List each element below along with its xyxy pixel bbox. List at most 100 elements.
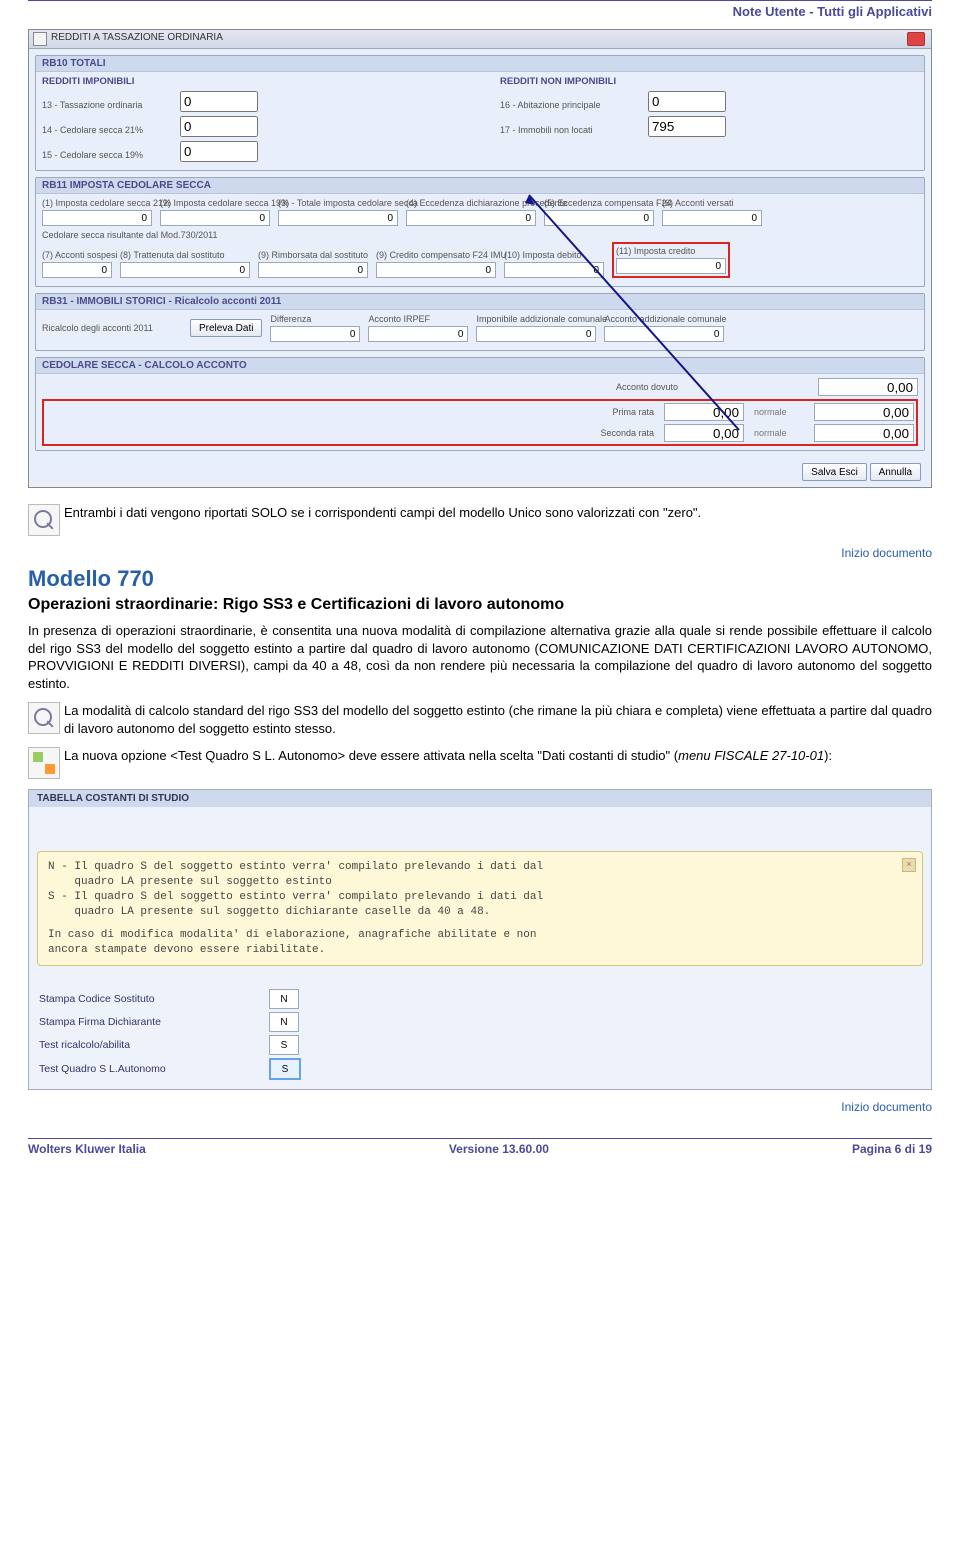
tip-line: quadro LA presente sul soggetto estinto: [48, 875, 912, 890]
rb31-ric-label: Ricalcolo degli acconti 2011: [42, 323, 182, 333]
c7-field[interactable]: [42, 262, 112, 278]
opt3-field[interactable]: [269, 1035, 299, 1055]
tip-line: ancora stampate devono essere riabilitat…: [48, 943, 912, 958]
accadd-field[interactable]: [604, 326, 724, 342]
c5-field[interactable]: [544, 210, 654, 226]
c11-field[interactable]: [616, 258, 726, 274]
section-770-para: In presenza di operazioni straordinarie,…: [28, 622, 932, 692]
irpef-field[interactable]: [368, 326, 468, 342]
magnifier-icon: [28, 504, 60, 536]
c8-field[interactable]: [120, 262, 250, 278]
c6-field[interactable]: [662, 210, 762, 226]
acc-r1-label: Acconto dovuto: [568, 382, 678, 392]
r14-field[interactable]: [180, 116, 258, 137]
acc-r1-field[interactable]: [818, 378, 918, 396]
opt2-field[interactable]: [269, 1012, 299, 1032]
puzzle-icon: [28, 747, 60, 779]
screenshot-costanti: TABELLA COSTANTI DI STUDIO × N - Il quad…: [28, 789, 932, 1090]
footer-mid: Versione 13.60.00: [449, 1142, 549, 1156]
cancel-button[interactable]: Annulla: [870, 463, 921, 481]
acc-r3-note: normale: [754, 428, 804, 438]
magnifier-icon: [28, 702, 60, 734]
section-770-subtitle: Operazioni straordinarie: Rigo SS3 e Cer…: [28, 596, 932, 614]
close-icon[interactable]: [907, 32, 925, 46]
opt2-label: Stampa Firma Dichiarante: [39, 1016, 269, 1028]
c1-field[interactable]: [42, 210, 152, 226]
c11-label: (11) Imposta credito: [616, 246, 726, 256]
section-770-title: Modello 770: [28, 566, 932, 592]
c3-label: (3) - Totale imposta cedolare secca: [278, 198, 398, 208]
r15-label: 15 - Cedolare secca 19%: [42, 150, 172, 160]
acc-r3-side[interactable]: [814, 424, 914, 442]
opt1-field[interactable]: [269, 989, 299, 1009]
c2-label: (2) Imposta cedolare secca 19%: [160, 198, 270, 208]
opt4-field[interactable]: [269, 1058, 301, 1080]
c10-field[interactable]: [504, 262, 604, 278]
diff-label: Differenza: [270, 314, 360, 324]
r17-field[interactable]: [648, 116, 726, 137]
irpef-label: Acconto IRPEF: [368, 314, 468, 324]
note-text-1: Entrambi i dati vengono riportati SOLO s…: [64, 504, 701, 522]
c4-field[interactable]: [406, 210, 536, 226]
note-text-3: La nuova opzione <Test Quadro S L. Auton…: [64, 747, 832, 765]
window-title: REDDITI A TASSAZIONE ORDINARIA: [51, 32, 223, 43]
acc-r2-label: Prima rata: [544, 407, 654, 417]
r17-label: 17 - Immobili non locati: [500, 125, 640, 135]
tip-line: S - Il quadro S del soggetto estinto ver…: [48, 890, 912, 905]
r15-field[interactable]: [180, 141, 258, 162]
rb10-col2: REDDITI NON IMPONIBILI: [500, 76, 918, 87]
acc-r2-side[interactable]: [814, 403, 914, 421]
c4-label: (4) Eccedenza dichiarazione precedente: [406, 198, 536, 208]
preleva-dati-button[interactable]: Preleva Dati: [190, 319, 262, 337]
acc-r2-field[interactable]: [664, 403, 744, 421]
tooltip-close-icon[interactable]: ×: [902, 858, 916, 872]
acc-r3-label: Seconda rata: [544, 428, 654, 438]
opt1-label: Stampa Codice Sostituto: [39, 993, 269, 1005]
acc-r3-field[interactable]: [664, 424, 744, 442]
tooltip-box: × N - Il quadro S del soggetto estinto v…: [37, 851, 923, 966]
tip-line: N - Il quadro S del soggetto estinto ver…: [48, 860, 912, 875]
c9b-label: (9) Credito compensato F24 IMU: [376, 250, 496, 260]
impadd-field[interactable]: [476, 326, 596, 342]
rb10-col1: REDDITI IMPONIBILI: [42, 76, 460, 87]
acconto-header: CEDOLARE SECCA - CALCOLO ACCONTO: [36, 358, 924, 374]
rb10-header: RB10 TOTALI: [36, 56, 924, 72]
c7-label: (7) Acconti sospesi: [42, 250, 112, 260]
save-exit-button[interactable]: Salva Esci: [802, 463, 867, 481]
inizio-link-2[interactable]: Inizio documento: [28, 1100, 932, 1114]
c3-field[interactable]: [278, 210, 398, 226]
window-icon: [33, 32, 47, 46]
inizio-link-1[interactable]: Inizio documento: [28, 546, 932, 560]
footer-right: Pagina 6 di 19: [852, 1142, 932, 1156]
r13-label: 13 - Tassazione ordinaria: [42, 100, 172, 110]
c9b-field[interactable]: [376, 262, 496, 278]
rb31-header: RB31 - IMMOBILI STORICI - Ricalcolo acco…: [36, 294, 924, 310]
costanti-titlebar: TABELLA COSTANTI DI STUDIO: [29, 790, 931, 807]
r16-field[interactable]: [648, 91, 726, 112]
acc-r2-note: normale: [754, 407, 804, 417]
page-header-title: Note Utente - Tutti gli Applicativi: [28, 2, 932, 29]
r14-label: 14 - Cedolare secca 21%: [42, 125, 172, 135]
r16-label: 16 - Abitazione principale: [500, 100, 640, 110]
opt3-label: Test ricalcolo/abilita: [39, 1039, 269, 1051]
note-text-2: La modalità di calcolo standard del rigo…: [64, 702, 932, 737]
c2-field[interactable]: [160, 210, 270, 226]
c1-label: (1) Imposta cedolare secca 21%: [42, 198, 152, 208]
screenshot-tax-dialog: REDDITI A TASSAZIONE ORDINARIA RB10 TOTA…: [28, 29, 932, 488]
c10-label: (10) Imposta debito: [504, 250, 604, 260]
tip-line: quadro LA presente sul soggetto dichiara…: [48, 905, 912, 920]
c9a-label: (9) Rimborsata dal sostituto: [258, 250, 368, 260]
r13-field[interactable]: [180, 91, 258, 112]
rb11-header: RB11 IMPOSTA CEDOLARE SECCA: [36, 178, 924, 194]
accadd-label: Acconto addizionale comunale: [604, 314, 724, 324]
c9a-field[interactable]: [258, 262, 368, 278]
diff-field[interactable]: [270, 326, 360, 342]
tip-line: In caso di modifica modalita' di elabora…: [48, 928, 912, 943]
impadd-label: Imponibile addizionale comunale: [476, 314, 596, 324]
rb11-row2-intro: Cedolare secca risultante dal Mod.730/20…: [42, 230, 918, 240]
c8-label: (8) Trattenuta dal sostituto: [120, 250, 250, 260]
c6-label: (6) Acconti versati: [662, 198, 762, 208]
footer-left: Wolters Kluwer Italia: [28, 1142, 146, 1156]
page-footer: Wolters Kluwer Italia Versione 13.60.00 …: [28, 1138, 932, 1156]
c5-label: (5) Eccedenza compensata F24: [544, 198, 654, 208]
